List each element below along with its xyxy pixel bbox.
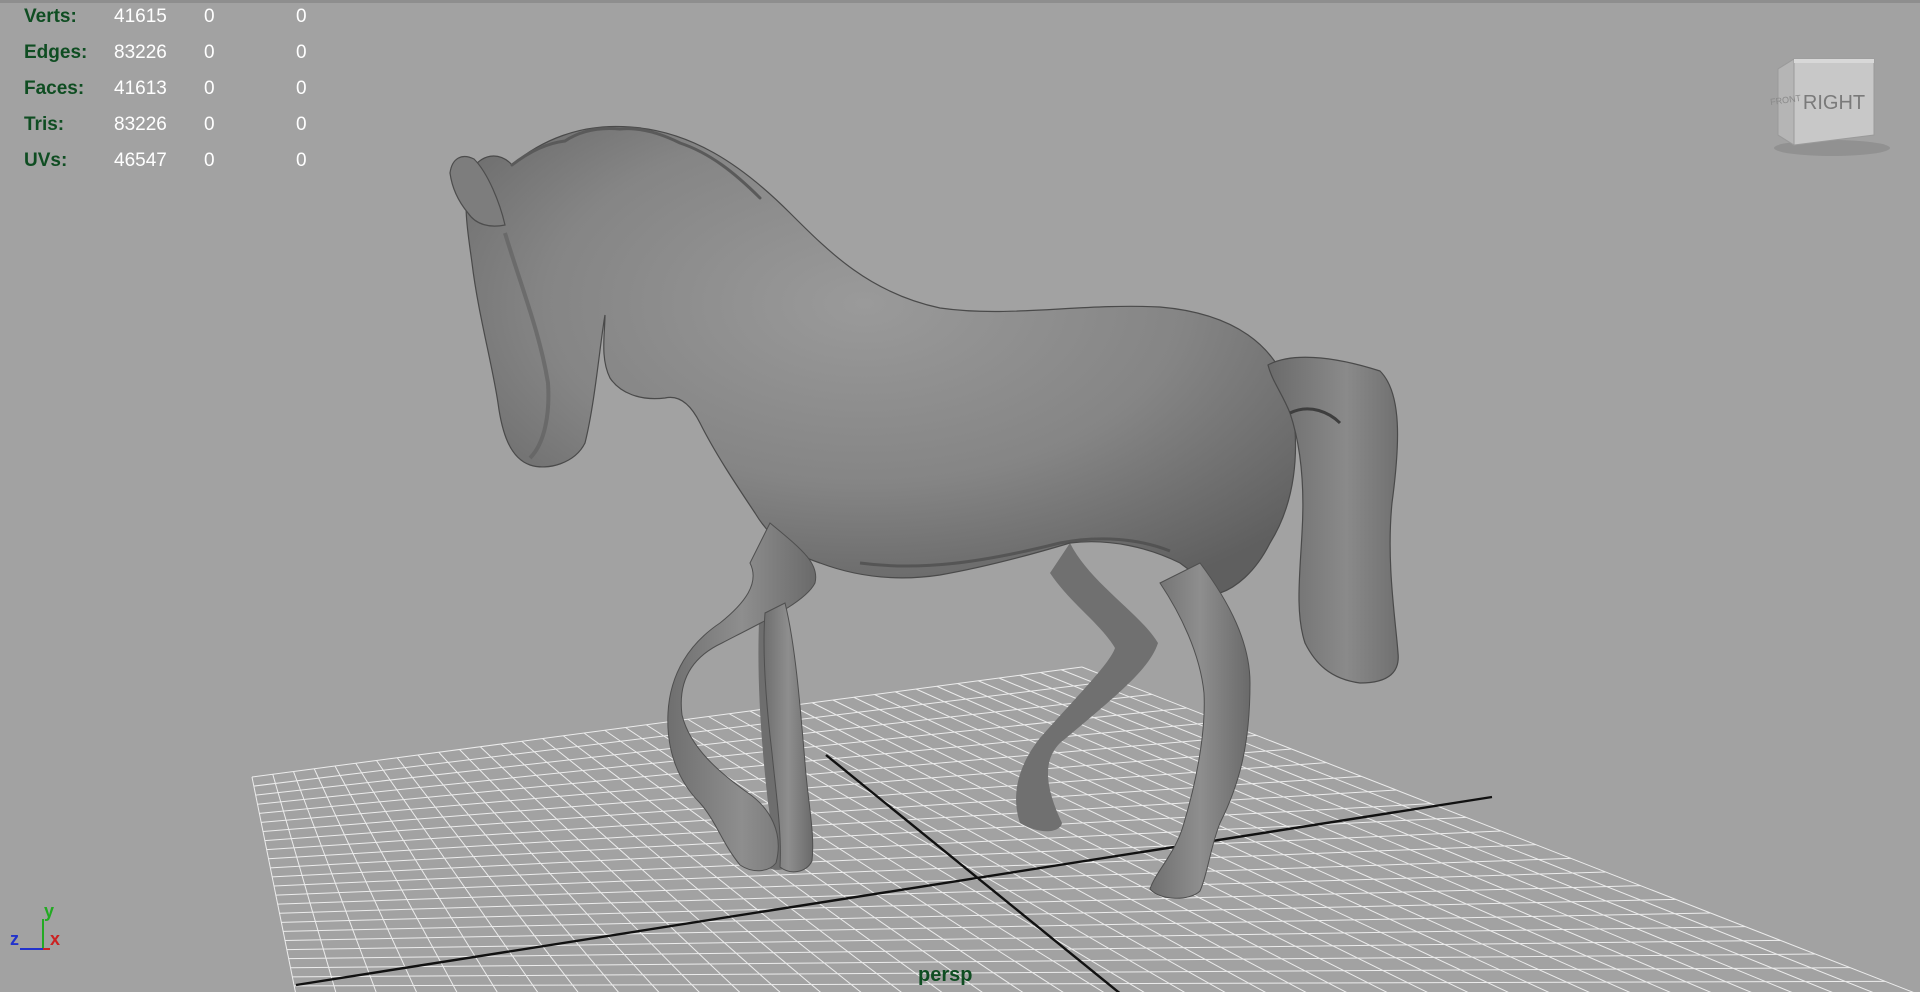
hud-row-value: 83226 [114, 114, 167, 135]
viewcube-right-label[interactable]: RIGHT [1803, 92, 1865, 114]
viewcube[interactable]: RIGHT FRONT [1764, 51, 1894, 161]
hud-row-value: 0 [204, 6, 215, 27]
hud-row-value: 41613 [114, 78, 167, 99]
hud-row-label: Verts: [24, 6, 77, 27]
hud-row-value: 0 [204, 42, 215, 63]
hud-row-label: UVs: [24, 150, 68, 171]
camera-name-label: persp [918, 964, 973, 986]
perspective-viewport[interactable]: Verts: 41615 0 0 Edges: 83226 0 0 Faces: 41613 0 0 T… [0, 0, 1920, 992]
z-axis-label: z [10, 929, 19, 949]
hud-row-value: 0 [296, 78, 307, 99]
hud-row-value: 41615 [114, 6, 167, 27]
horse-model[interactable] [449, 125, 1399, 899]
grid-axes [295, 754, 1493, 992]
hud-row-label: Faces: [24, 78, 85, 99]
hud-row-value: 83226 [114, 42, 167, 63]
axis-gizmo: y z x [10, 901, 60, 950]
hud-row-value: 0 [204, 150, 215, 171]
hud-row-value: 0 [296, 42, 307, 63]
hud-row-label: Edges: [24, 42, 88, 63]
x-axis-label: x [50, 929, 60, 949]
viewcube-top-face[interactable] [1794, 59, 1874, 63]
hud-row-value: 0 [296, 6, 307, 27]
hud-row-label: Tris: [24, 114, 65, 135]
hud-row-value: 0 [296, 150, 307, 171]
hud-row-value: 46547 [114, 150, 167, 171]
hud-row-value: 0 [296, 114, 307, 135]
hud-row-value: 0 [204, 78, 215, 99]
hud-row-value: 0 [204, 114, 215, 135]
scene-view[interactable] [0, 3, 1920, 992]
y-axis-label: y [44, 901, 54, 921]
